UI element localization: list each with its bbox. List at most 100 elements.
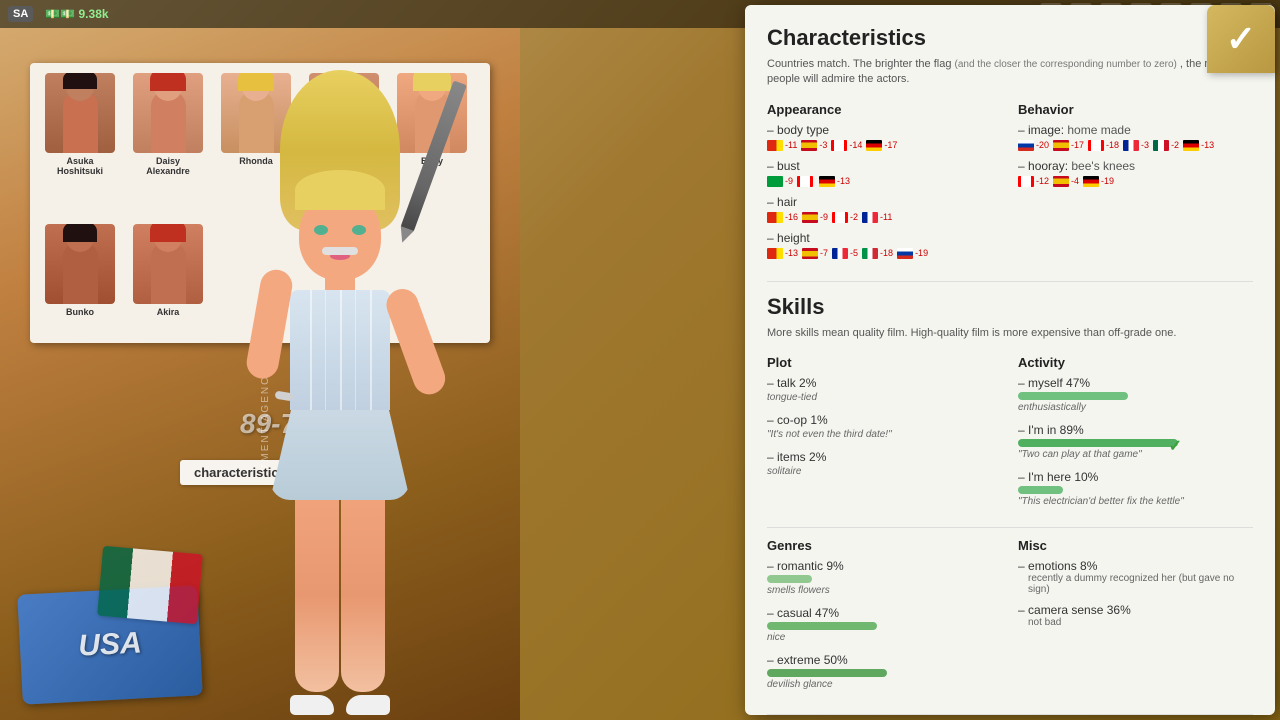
- behavior-column: Behavior image: home made -20 -17 -18 -3…: [1018, 102, 1253, 267]
- behavior-title: Behavior: [1018, 102, 1253, 117]
- char-avatar-akira: [133, 224, 203, 304]
- flag-fr-img: [1123, 140, 1139, 151]
- flag-de-hr: [1083, 176, 1099, 187]
- characteristics-section: Characteristics Countries match. The bri…: [767, 25, 1253, 267]
- image-flags: -20 -17 -18 -3 -2 -13: [1018, 140, 1253, 151]
- image-attr: image: home made -20 -17 -18 -3 -2 -13: [1018, 123, 1253, 151]
- flag-de: [866, 140, 882, 151]
- flag-item: -19: [1083, 176, 1114, 187]
- skill-coop: co-op 1% "It's not even the third date!": [767, 413, 1002, 440]
- genre-romantic: romantic 9% smells flowers: [767, 559, 1002, 596]
- body-type-flags: -11 -3 -14 -17: [767, 140, 1002, 151]
- subtitle-note: (and the closer the corresponding number…: [955, 59, 1177, 70]
- skill-talk: talk 2% tongue-tied: [767, 376, 1002, 403]
- misc-camera-desc: not bad: [1028, 617, 1253, 628]
- genre-casual-bar: [767, 622, 877, 630]
- modal-panel: Characteristics Countries match. The bri…: [745, 5, 1275, 715]
- appearance-column: Appearance body type -11 -3 -14 -17 bust: [767, 102, 1002, 267]
- flag-item: -13: [1183, 140, 1214, 151]
- genre-extreme-bar: [767, 669, 887, 677]
- flag-ca: [831, 140, 847, 151]
- skill-myself-desc: enthusiastically: [1018, 402, 1253, 413]
- flag-item: -17: [866, 140, 897, 151]
- genres-misc-row: Genres romantic 9% smells flowers casual…: [767, 527, 1253, 700]
- skill-items-desc: solitaire: [767, 466, 1002, 477]
- flag-item: -17: [1053, 140, 1084, 151]
- char-card-bunko[interactable]: Bunko: [40, 224, 120, 333]
- flag-item: -3: [1123, 140, 1149, 151]
- characteristics-subtitle: Countries match. The brighter the flag (…: [767, 57, 1253, 88]
- flag-ca-hr: [1018, 176, 1034, 187]
- char-name-daisy: DaisyAlexandre: [128, 156, 208, 176]
- skill-imhere-name: I'm here 10%: [1018, 470, 1253, 484]
- skill-imhere-bar: [1018, 486, 1063, 494]
- flag-mx-img: [1153, 140, 1169, 151]
- flag-item: -20: [1018, 140, 1049, 151]
- body-type-label: body type: [767, 123, 1002, 137]
- genre-casual-name: casual 47%: [767, 606, 1002, 620]
- hair-label: hair: [767, 195, 1002, 209]
- skill-coop-desc: "It's not even the third date!": [767, 429, 1002, 440]
- sa-badge: SA: [8, 6, 33, 22]
- height-flags: -13 -7 -5 -18 -19: [767, 248, 1002, 259]
- char-card-akira[interactable]: Akira: [128, 224, 208, 333]
- activity-column: Activity myself 47% enthusiastically I'm…: [1018, 355, 1253, 517]
- flag-item: -11: [862, 212, 892, 223]
- genre-casual: casual 47% nice: [767, 606, 1002, 643]
- flag-item: -13: [767, 248, 798, 259]
- body-type-attr: body type -11 -3 -14 -17: [767, 123, 1002, 151]
- plot-column: Plot talk 2% tongue-tied co-op 1% "It's …: [767, 355, 1002, 517]
- skill-imhere: I'm here 10% "This electrician'd better …: [1018, 470, 1253, 507]
- flag-ru-ht: [897, 248, 913, 259]
- genre-casual-desc: nice: [767, 632, 1002, 643]
- misc-emotions-name: emotions 8%: [1018, 559, 1253, 573]
- char-avatar-daisy: [133, 73, 203, 153]
- skills-columns: Plot talk 2% tongue-tied co-op 1% "It's …: [767, 355, 1253, 517]
- flag-fr-ht: [832, 248, 848, 259]
- bust-flags: -9 -13: [767, 176, 1002, 187]
- skills-subtitle: More skills mean quality film. High-qual…: [767, 326, 1253, 341]
- filmography-section: Filmography: [767, 714, 1253, 715]
- mexico-sticker: [97, 546, 203, 624]
- flag-ru-img: [1018, 140, 1034, 151]
- flag-item: [797, 176, 815, 187]
- hooray-flags: -12 -4 -19: [1018, 176, 1253, 187]
- flag-es: [801, 140, 817, 151]
- misc-camera-name: camera sense 36%: [1018, 603, 1253, 617]
- flag-de-img: [1183, 140, 1199, 151]
- bust-label: bust: [767, 159, 1002, 173]
- height-label: height: [767, 231, 1002, 245]
- char-card-asuka[interactable]: AsukaHoshitsuki: [40, 73, 120, 192]
- flag-item: -2: [1153, 140, 1179, 151]
- char-name-akira: Akira: [128, 307, 208, 317]
- skill-imin: I'm in 89% ✓ "Two can play at that game": [1018, 423, 1253, 460]
- flag-item: -9: [802, 212, 828, 223]
- genres-title: Genres: [767, 538, 1002, 553]
- flag-fr-hair: [862, 212, 878, 223]
- flag-es-img: [1053, 140, 1069, 151]
- plot-title: Plot: [767, 355, 1002, 370]
- flag-es-ht: [802, 248, 818, 259]
- char-card-daisy[interactable]: DaisyAlexandre: [128, 73, 208, 192]
- char-avatar-bunko: [45, 224, 115, 304]
- misc-column: Misc emotions 8% recently a dummy recogn…: [1018, 538, 1253, 700]
- subtitle-main: Countries match. The brighter the flag: [767, 58, 951, 70]
- genre-romantic-desc: smells flowers: [767, 585, 1002, 596]
- flag-item: -7: [802, 248, 828, 259]
- char-arm-right: [382, 285, 450, 399]
- skill-myself-bar: [1018, 392, 1128, 400]
- flag-ca-img: [1088, 140, 1104, 151]
- genre-romantic-bar: [767, 575, 812, 583]
- hooray-attr: hooray: bee's knees -12 -4 -19: [1018, 159, 1253, 187]
- hair-flags: -16 -9 -2 -11: [767, 212, 1002, 223]
- flag-item: -14: [831, 140, 862, 151]
- image-label: image: home made: [1018, 123, 1253, 137]
- char-name-asuka: AsukaHoshitsuki: [40, 156, 120, 176]
- characteristics-columns: Appearance body type -11 -3 -14 -17 bust: [767, 102, 1253, 267]
- misc-camera: camera sense 36% not bad: [1018, 603, 1253, 628]
- flag-es-hair: [802, 212, 818, 223]
- characteristics-title: Characteristics: [767, 25, 1253, 51]
- skill-imin-name: I'm in 89%: [1018, 423, 1253, 437]
- confirm-button[interactable]: ✓: [1207, 5, 1275, 73]
- main-character-display: [230, 80, 450, 720]
